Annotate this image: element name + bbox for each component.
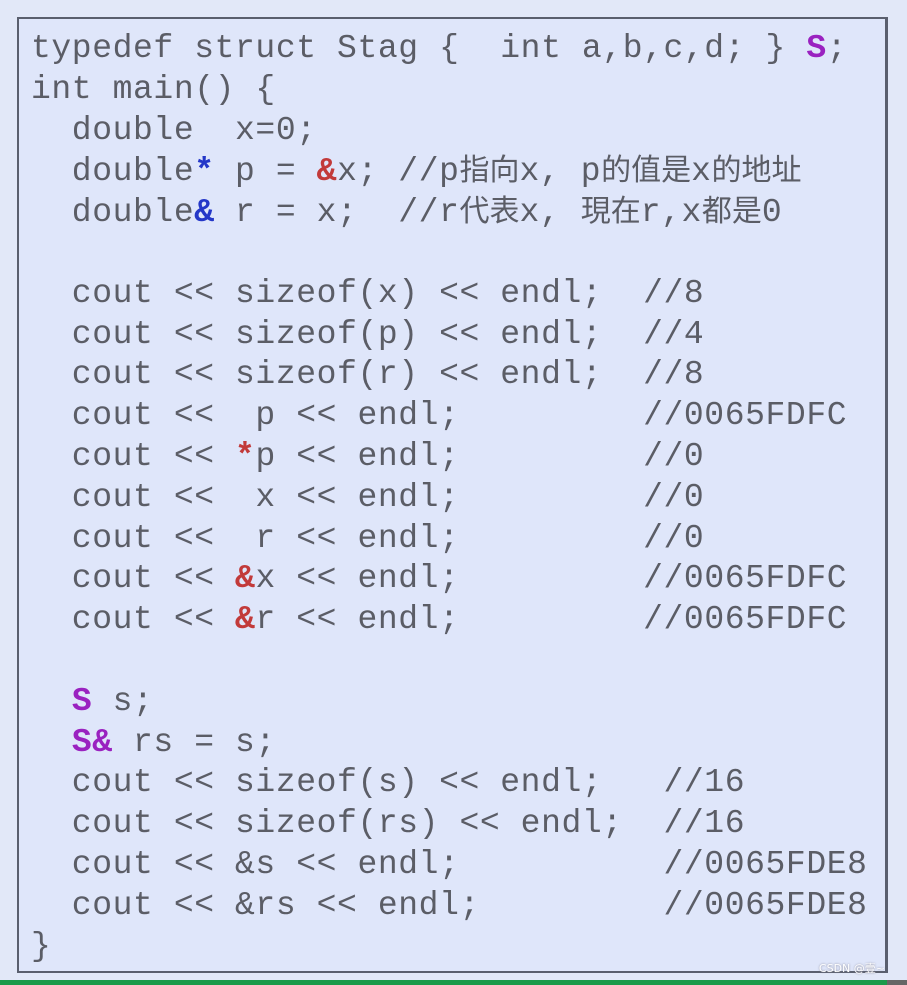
code-line: cout << *p << endl; //0 [31, 437, 868, 478]
code-token: cout << &rs << endl; //0065FDE8 [31, 886, 868, 924]
code-token: p << endl; //0 [255, 437, 705, 475]
code-line: double& r = x; //r代表x, 現在r,x都是0 [31, 192, 868, 233]
code-token: 都是 [701, 194, 762, 230]
watermark: CSDN @壹~ [818, 962, 885, 975]
code-token: cout << &s << endl; //0065FDE8 [31, 845, 868, 883]
code-token: double [31, 194, 195, 232]
code-token: double [31, 153, 195, 191]
code-line: cout << sizeof(p) << endl; //4 [31, 315, 868, 356]
code-token: S& [71, 723, 113, 761]
code-token: x, [519, 194, 581, 232]
code-line: cout << p << endl; //0065FDFC [31, 396, 868, 437]
code-token: cout << p << endl; //0065FDFC [31, 397, 848, 435]
code-token: 現在 [580, 194, 641, 230]
code-line: double x=0; [31, 111, 868, 152]
code-token: cout << sizeof(x) << endl; //8 [31, 274, 705, 312]
code-token: cout << [31, 601, 236, 639]
code-token: int main() { [31, 70, 276, 108]
code-line: cout << &r << endl; //0065FDFC [31, 600, 868, 641]
code-slide: typedef struct Stag { int a,b,c,d; } S; i… [17, 17, 888, 973]
code-token: rs = s; [112, 723, 276, 761]
code-token: S [806, 30, 827, 67]
code-token: s; [92, 682, 154, 720]
code-token: r = x; //r [214, 194, 460, 232]
code-token: cout << sizeof(p) << endl; //4 [31, 315, 705, 353]
code-token: cout << x << endl; //0 [31, 478, 705, 516]
code-block: typedef struct Stag { int a,b,c,d; } S; i… [31, 29, 868, 967]
code-line: cout << &s << endl; //0065FDE8 [31, 845, 868, 886]
code-line: } [31, 927, 868, 968]
code-token: r,x [640, 194, 702, 232]
code-token: typedef struct Stag { int a,b,c,d; } [31, 30, 807, 67]
code-line: cout << r << endl; //0 [31, 519, 868, 560]
code-token: x [691, 153, 712, 191]
code-token: * [235, 437, 256, 475]
code-token: S [71, 682, 93, 720]
code-token: cout << sizeof(rs) << endl; //16 [31, 805, 746, 843]
code-token: x; //p [337, 153, 460, 191]
code-token: x << endl; //0065FDFC [255, 560, 848, 598]
code-line: S s; [31, 682, 868, 723]
code-line: cout << &x << endl; //0065FDFC [31, 559, 868, 600]
code-token: cout << r << endl; //0 [31, 519, 705, 557]
code-token: & [235, 601, 256, 639]
code-line: cout << sizeof(s) << endl; //16 [31, 763, 868, 804]
code-token: 的值是 [601, 153, 692, 189]
code-token: x, p [519, 153, 602, 191]
code-token: ; [826, 30, 848, 67]
code-token: cout << sizeof(r) << endl; //8 [31, 356, 705, 394]
code-line: double* p = &x; //p指向x, p的值是x的地址 [31, 151, 868, 192]
code-token: cout << [31, 560, 236, 598]
code-line: S& rs = s; [31, 723, 868, 764]
green-bar [0, 980, 907, 985]
code-line: cout << sizeof(r) << endl; //8 [31, 355, 868, 396]
code-token: & [316, 153, 338, 191]
code-line: cout << x << endl; //0 [31, 478, 868, 519]
code-token: & [235, 560, 256, 598]
code-token: * [194, 153, 215, 191]
code-line: cout << sizeof(x) << endl; //8 [31, 274, 868, 315]
code-token: 的地址 [711, 153, 802, 189]
code-token: 0 [761, 194, 783, 232]
code-line: cout << sizeof(rs) << endl; //16 [31, 804, 868, 845]
code-token: & [194, 194, 215, 232]
code-token: } [31, 927, 52, 965]
code-line: cout << &rs << endl; //0065FDE8 [31, 886, 868, 927]
code-token: double x=0; [31, 111, 317, 149]
code-line: typedef struct Stag { int a,b,c,d; } S; [31, 29, 868, 70]
code-token: cout << [31, 437, 236, 475]
code-token: p = [214, 153, 317, 191]
code-token: 指向 [459, 153, 520, 189]
code-line: int main() { [31, 70, 868, 111]
code-token: cout << sizeof(s) << endl; //16 [31, 764, 746, 802]
code-token: 代表 [459, 194, 520, 230]
code-token: r << endl; //0065FDFC [255, 601, 848, 639]
bar-end [887, 980, 907, 985]
